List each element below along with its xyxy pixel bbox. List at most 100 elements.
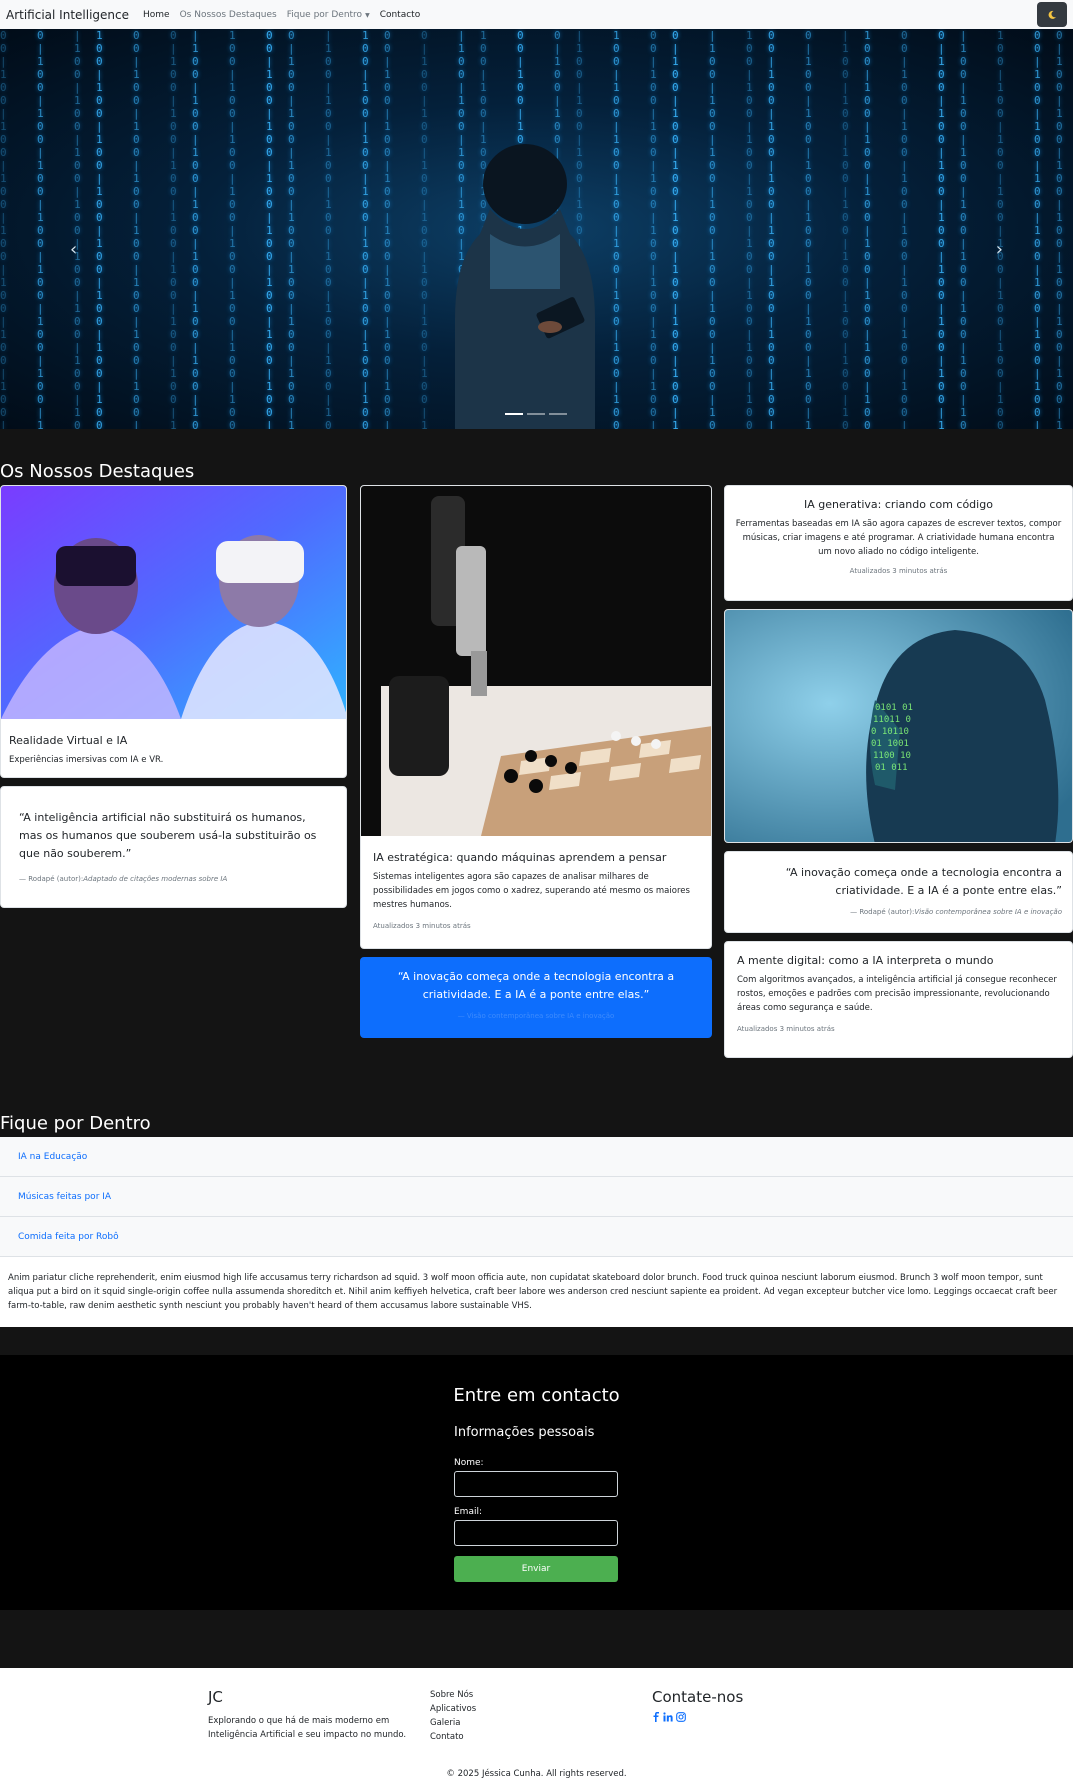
footer-link-sobre[interactable]: Sobre Nós <box>430 1688 476 1702</box>
carousel-indicator-2[interactable] <box>527 413 545 415</box>
quote-2-footer-source: Visão contemporânea sobre IA e inovação <box>914 908 1062 916</box>
face-image-card[interactable]: 0101 01 11011 0 0 10110 01 1001 1100 10 01 01… <box>724 609 1073 843</box>
accordion-item-musicas[interactable]: Músicas feitas por IA <box>0 1177 1073 1217</box>
moon-icon <box>1048 10 1056 19</box>
nav-link-fique-label: Fique por Dentro <box>286 9 363 20</box>
matrix-column: | 1 0 0 | 1 0 0 | 1 0 0 | 1 0 0 | 1 0 0 … <box>842 29 849 429</box>
matrix-column: | 1 0 0 | 1 0 0 | 1 0 0 | 1 0 0 | 1 0 0 … <box>74 29 81 429</box>
vr-card[interactable]: Realidade Virtual e IA Experiências imer… <box>0 485 347 778</box>
contact-subtitle: Informações pessoais <box>454 1425 595 1440</box>
matrix-column: 1 0 0 | 1 0 0 | 1 0 0 | 1 0 0 | 1 0 0 | … <box>864 29 871 429</box>
destaques-title: Os Nossos Destaques <box>0 461 195 482</box>
blue-quote-card: “A inovação começa onde a tecnologia enc… <box>360 957 712 1038</box>
email-input[interactable] <box>454 1520 618 1546</box>
accordion-item-label: IA na Educação <box>18 1151 88 1162</box>
matrix-column: 0 0 | 1 0 0 | 1 0 0 | 1 0 0 | 1 0 0 | 1 … <box>0 29 7 429</box>
code-face-image: 0101 01 11011 0 0 10110 01 1001 1100 10 01 01… <box>725 610 1072 842</box>
caret-down-icon: ▼ <box>365 11 370 19</box>
gen-ai-card-title: IA generativa: criando com código <box>804 498 993 511</box>
footer-description: Explorando o que há de mais moderno em I… <box>208 1716 407 1740</box>
matrix-column: 0 0 | 1 0 0 | 1 0 0 | 1 0 0 | 1 0 0 | 1 … <box>266 29 273 429</box>
matrix-column: 0 0 | 1 0 0 | 1 0 0 | 1 0 0 | 1 0 0 | 1 … <box>650 29 657 429</box>
quote-1-footer-label: Rodapé (autor): <box>28 875 84 883</box>
matrix-column: 1 0 0 | 1 0 0 | 1 0 0 | 1 0 0 | 1 0 0 | … <box>997 29 1004 429</box>
destaques-grid: Realidade Virtual e IA Experiências imer… <box>0 485 1073 1075</box>
matrix-column: | 1 0 0 | 1 0 0 | 1 0 0 | 1 0 0 | 1 0 0 … <box>192 29 199 429</box>
email-label: Email: <box>454 1507 483 1517</box>
quote-2-footer-label: Rodapé (autor): <box>859 908 915 916</box>
linkedin-icon[interactable] <box>663 1712 673 1722</box>
vr-card-text: Experiências imersivas com IA e VR. <box>9 755 164 765</box>
name-input[interactable] <box>454 1471 618 1497</box>
nav-link-home[interactable]: Home <box>143 10 170 20</box>
name-label: Nome: <box>454 1458 484 1468</box>
vr-image <box>1 486 346 719</box>
nav-link-contacto[interactable]: Contacto <box>380 10 421 20</box>
nav-link-destaques[interactable]: Os Nossos Destaques <box>180 10 277 20</box>
theme-toggle-button[interactable] <box>1037 2 1067 27</box>
mind-card-meta: Atualizados 3 minutos atrás <box>737 1025 835 1033</box>
accordion: IA na Educação Músicas feitas por IA Com… <box>0 1137 1073 1327</box>
quote-2-text: “A inovação começa onde a tecnologia enc… <box>785 866 1062 897</box>
footer-spacer <box>0 1610 1073 1668</box>
chess-image <box>361 486 711 836</box>
accordion-item-label: Comida feita por Robô <box>18 1231 119 1242</box>
chevron-left-icon: ‹ <box>70 239 78 260</box>
chess-card-meta: Atualizados 3 minutos atrás <box>373 922 471 930</box>
navbar-brand[interactable]: Artificial Intelligence <box>6 8 129 22</box>
quote-1-footer: — Rodapé (autor):Adaptado de citações mo… <box>19 875 228 883</box>
carousel-indicator-1[interactable] <box>505 413 523 415</box>
matrix-column: 1 0 0 | 1 0 0 | 1 0 0 | 1 0 0 | 1 0 0 | … <box>746 29 753 429</box>
footer: JC Explorando o que há de mais moderno e… <box>0 1668 1073 1789</box>
matrix-column: 0 | 1 0 0 | 1 0 0 | 1 0 0 | 1 0 0 | 1 0 … <box>805 29 812 429</box>
svg-text:0 10110: 0 10110 <box>871 727 909 737</box>
facebook-icon[interactable] <box>652 1712 660 1722</box>
footer-link-galeria[interactable]: Galeria <box>430 1716 476 1730</box>
matrix-column: 0 0 | 1 0 0 | 1 0 0 | 1 0 0 | 1 0 0 | 1 … <box>384 29 391 429</box>
chess-card-title: IA estratégica: quando máquinas aprendem… <box>373 851 667 864</box>
blue-quote-footer: — Visão contemporânea sobre IA e inovaçã… <box>457 1012 615 1020</box>
quote-2-footer: — Rodapé (autor):Visão contemporânea sob… <box>850 908 1062 916</box>
carousel-indicator-3[interactable] <box>549 413 567 415</box>
footer-social <box>652 1712 686 1722</box>
carousel-next-button[interactable]: › <box>996 239 1003 260</box>
matrix-column: | 1 0 0 | 1 0 0 | 1 0 0 | 1 0 0 | 1 0 0 … <box>325 29 332 429</box>
footer-copyright: © 2025 Jéssica Cunha. All rights reserve… <box>446 1769 627 1779</box>
footer-link-aplicativos[interactable]: Aplicativos <box>430 1702 476 1716</box>
matrix-column: 0 0 | 1 0 0 | 1 0 0 | 1 0 0 | 1 0 0 | 1 … <box>768 29 775 429</box>
carousel-prev-button[interactable]: ‹ <box>70 239 77 260</box>
gen-ai-card[interactable]: IA generativa: criando com código Ferram… <box>724 485 1073 601</box>
chess-card[interactable]: IA estratégica: quando máquinas aprendem… <box>360 485 712 949</box>
carousel-indicators <box>505 413 567 415</box>
matrix-column: 0 | 1 0 0 | 1 0 0 | 1 0 0 | 1 0 0 | 1 0 … <box>170 29 177 429</box>
accordion-item-comida[interactable]: Comida feita por Robô <box>0 1217 1073 1257</box>
matrix-column: 0 | 1 0 0 | 1 0 0 | 1 0 0 | 1 0 0 | 1 0 … <box>37 29 44 429</box>
hero-carousel: 0 0 | 1 0 0 | 1 0 0 | 1 0 0 | 1 0 0 | 1 … <box>0 29 1073 429</box>
footer-contact-title: Contate-nos <box>652 1688 744 1706</box>
matrix-column: 0 0 | 1 0 0 | 1 0 0 | 1 0 0 | 1 0 0 | 1 … <box>1034 29 1041 429</box>
svg-text:01 011: 01 011 <box>875 763 908 773</box>
svg-text:1100 10: 1100 10 <box>873 751 911 761</box>
gen-ai-card-text: Ferramentas baseadas em IA são agora cap… <box>735 519 1062 557</box>
fique-title: Fique por Dentro <box>0 1113 151 1134</box>
matrix-column: 0 | 1 0 0 | 1 0 0 | 1 0 0 | 1 0 0 | 1 0 … <box>1056 29 1063 429</box>
blue-quote-text: “A inovação começa onde a tecnologia enc… <box>397 970 675 1001</box>
matrix-column: 1 0 0 | 1 0 0 | 1 0 0 | 1 0 0 | 1 0 0 | … <box>362 29 369 429</box>
accordion-item-educacao[interactable]: IA na Educação <box>0 1137 1073 1177</box>
matrix-column: 0 0 | 1 0 0 | 1 0 0 | 1 0 0 | 1 0 0 | 1 … <box>133 29 140 429</box>
contact-section: Entre em contacto Informações pessoais N… <box>0 1355 1073 1610</box>
gen-ai-card-meta: Atualizados 3 minutos atrás <box>849 567 948 575</box>
submit-button[interactable]: Enviar <box>454 1556 618 1582</box>
quote-card-1: “A inteligência artificial não substitui… <box>0 786 347 908</box>
footer-link-contato[interactable]: Contato <box>430 1730 476 1744</box>
quote-1-footer-source: Adaptado de citações modernas sobre IA <box>83 875 228 883</box>
mind-card[interactable]: A mente digital: como a IA interpreta o … <box>724 941 1073 1058</box>
chevron-right-icon: › <box>995 239 1003 260</box>
chess-card-text: Sistemas inteligentes agora são capazes … <box>373 872 690 910</box>
nav-link-fique-dropdown[interactable]: Fique por Dentro ▼ <box>287 10 370 20</box>
accordion-body: Anim pariatur cliche reprehenderit, enim… <box>0 1257 1073 1327</box>
matrix-column: 0 | 1 0 0 | 1 0 0 | 1 0 0 | 1 0 0 | 1 0 … <box>938 29 945 429</box>
instagram-icon[interactable] <box>676 1712 686 1722</box>
quote-card-2: “A inovação começa onde a tecnologia enc… <box>724 851 1073 933</box>
matrix-column: | 1 0 0 | 1 0 0 | 1 0 0 | 1 0 0 | 1 0 0 … <box>960 29 967 429</box>
